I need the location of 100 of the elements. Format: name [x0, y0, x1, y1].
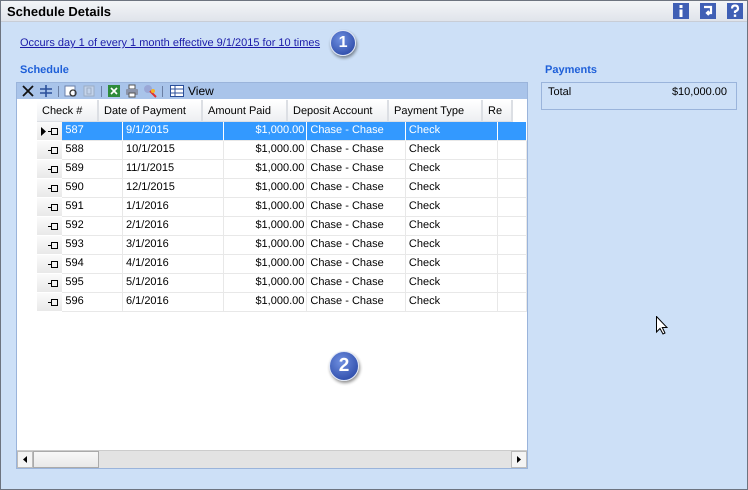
pin-icon — [48, 280, 58, 286]
table-row[interactable]: 589 11/1/2015 $1,000.00 Chase - Chase Check — [37, 160, 527, 179]
table-cell: 592 — [62, 217, 123, 236]
row-header[interactable] — [37, 274, 62, 293]
view-button[interactable]: View — [168, 84, 216, 98]
pin-icon — [48, 222, 58, 230]
section-title: Schedule — [19, 64, 70, 78]
table-cell: Check — [406, 160, 498, 179]
table-cell: 587 — [62, 122, 123, 141]
row-header[interactable] — [37, 236, 62, 255]
table-cell: $1,000.00 — [224, 179, 308, 198]
undo-icon[interactable] — [700, 3, 716, 19]
table-cell: 588 — [62, 141, 123, 160]
column-header[interactable]: Amount Paid — [203, 100, 288, 122]
table-cell: Check — [406, 179, 498, 198]
table-cell: Check — [406, 198, 498, 217]
pin-icon — [48, 166, 58, 172]
table-row[interactable]: 596 6/1/2016 $1,000.00 Chase - Chase Check — [37, 293, 527, 312]
table-row[interactable]: 593 3/1/2016 $1,000.00 Chase - Chase Check — [37, 236, 527, 255]
table-cell: 3/1/2016 — [122, 236, 224, 255]
table-cell: 2/1/2016 — [122, 217, 224, 236]
pin-icon — [48, 260, 58, 268]
column-header[interactable]: Payment Type — [389, 100, 483, 122]
table-cell: 596 — [62, 293, 123, 312]
mouse-cursor-icon — [656, 316, 668, 335]
row-header[interactable] — [37, 198, 62, 217]
total-value: $10,000.00 — [672, 86, 727, 100]
table-row[interactable]: 591 1/1/2016 $1,000.00 Chase - Chase Check — [37, 198, 527, 217]
table-cell: 4/1/2016 — [122, 255, 224, 274]
table-cell: 6/1/2016 — [122, 293, 224, 312]
table-row[interactable]: 588 10/1/2015 $1,000.00 Chase - Chase Check — [37, 141, 527, 160]
table-cell: Chase - Chase — [307, 198, 406, 217]
row-header[interactable] — [37, 293, 62, 312]
total-label: Total — [548, 86, 572, 100]
horizontal-scrollbar[interactable] — [17, 450, 527, 468]
row-header[interactable] — [37, 217, 62, 236]
table-cell: Chase - Chase — [307, 255, 406, 274]
column-header[interactable]: Re — [483, 100, 513, 122]
scrollbar-thumb[interactable] — [33, 451, 99, 468]
column-header[interactable]: Date of Payment — [99, 100, 203, 122]
table-cell: $1,000.00 — [224, 141, 308, 160]
delete-icon[interactable] — [21, 84, 35, 98]
table-row[interactable]: 590 12/1/2015 $1,000.00 Chase - Chase Check — [37, 179, 527, 198]
table-cell: $1,000.00 — [224, 255, 308, 274]
table-cell: Chase - Chase — [307, 122, 406, 141]
table-cell: 1/1/2016 — [122, 198, 224, 217]
table-row[interactable]: 595 5/1/2016 $1,000.00 Chase - Chase Check — [37, 274, 527, 293]
row-header[interactable] — [37, 141, 62, 160]
pin-icon — [48, 146, 58, 154]
table-cell: 5/1/2016 — [122, 274, 224, 293]
table-cell: Check — [406, 236, 498, 255]
recurrence-link[interactable]: Occurs day 1 of every 1 month effective 9/1/2015 for 10 times — [20, 37, 320, 49]
table-cell: $1,000.00 — [224, 160, 308, 179]
pin-icon — [48, 128, 58, 134]
table-cell: $1,000.00 — [224, 198, 308, 217]
table-icon — [170, 85, 184, 97]
right-arrow-icon[interactable] — [517, 456, 521, 463]
table-cell: 595 — [62, 274, 123, 293]
left-arrow-icon[interactable] — [23, 456, 27, 463]
table-cell: Chase - Chase — [307, 141, 406, 160]
table-cell: Chase - Chase — [307, 217, 406, 236]
pin-icon — [48, 204, 58, 210]
help-icon[interactable] — [727, 3, 743, 19]
row-header[interactable] — [37, 255, 62, 274]
table-cell: Check — [406, 255, 498, 274]
grid-icon[interactable] — [39, 84, 53, 98]
table-cell: Check — [406, 274, 498, 293]
table-cell: $1,000.00 — [224, 236, 308, 255]
table-cell: $1,000.00 — [224, 217, 308, 236]
callout-badge: 1 — [330, 30, 356, 56]
row-header[interactable] — [37, 122, 62, 141]
table-cell: 590 — [62, 179, 123, 198]
table-cell: Chase - Chase — [307, 236, 406, 255]
callout-badge: 2 — [329, 351, 359, 381]
table-cell: Chase - Chase — [307, 293, 406, 312]
search-icon[interactable] — [64, 84, 78, 98]
table-cell: Check — [406, 217, 498, 236]
table-cell: Check — [406, 141, 498, 160]
spreadsheet-icon[interactable] — [107, 84, 121, 98]
pin-icon — [48, 298, 58, 306]
row-header[interactable] — [37, 160, 62, 179]
table-cell: 591 — [62, 198, 123, 217]
table-cell: 11/1/2015 — [122, 160, 224, 179]
table-cell: $1,000.00 — [224, 293, 308, 312]
table-cell: 593 — [62, 236, 123, 255]
table-cell: Check — [406, 122, 498, 141]
printer-icon[interactable] — [125, 84, 139, 98]
pin-icon — [48, 242, 58, 248]
table-cell: Check — [406, 293, 498, 312]
pin-icon — [48, 184, 58, 192]
table-cell: Chase - Chase — [307, 274, 406, 293]
row-header[interactable] — [37, 179, 62, 198]
table-cell: Chase - Chase — [307, 160, 406, 179]
section-title: Payments — [544, 64, 598, 78]
table-row[interactable]: 592 2/1/2016 $1,000.00 Chase - Chase Check — [37, 217, 527, 236]
column-header[interactable]: Deposit Account — [288, 100, 389, 122]
table-row[interactable]: 594 4/1/2016 $1,000.00 Chase - Chase Check — [37, 255, 527, 274]
info-icon[interactable] — [673, 3, 689, 19]
column-header[interactable]: Check # — [37, 100, 99, 122]
current-row-icon — [41, 126, 46, 136]
